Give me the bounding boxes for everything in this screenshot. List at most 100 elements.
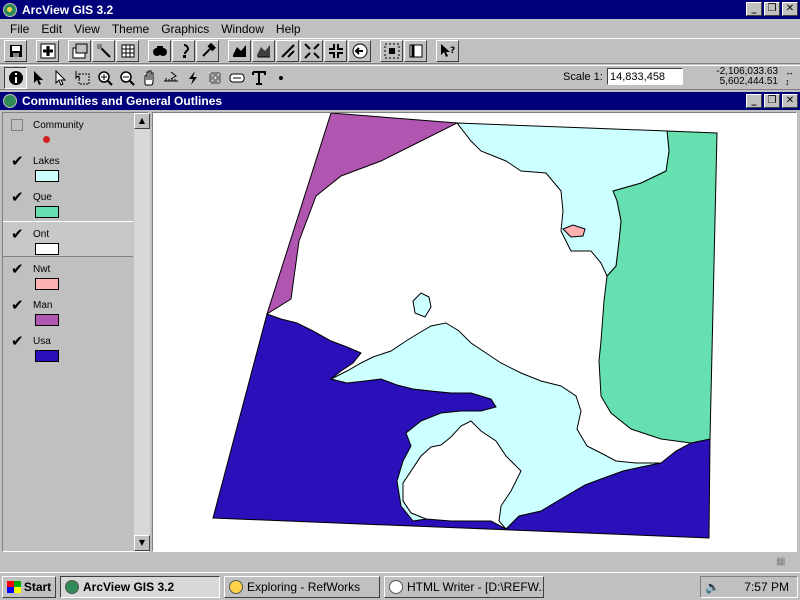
theme-usa[interactable]: ✔ Usa [3,329,133,365]
theme-name: Nwt [33,264,51,275]
windows-logo-icon [6,580,21,593]
coord-y: 5,602,444.51 [719,76,778,87]
measure-icon[interactable] [160,66,181,89]
zoom-out-icon[interactable] [116,66,137,89]
legend-swatch [35,278,59,290]
menu-window[interactable]: Window [215,22,270,36]
theme-name: Ont [33,229,50,240]
text-icon[interactable] [248,66,269,89]
select-feature-icon[interactable] [72,66,93,89]
zoom-active-themes-icon[interactable] [252,40,275,62]
legend-swatch [35,206,59,218]
add-theme-icon[interactable] [36,40,59,62]
start-label: Start [23,579,52,594]
scale-label: Scale 1: [563,71,603,83]
theme-checkbox[interactable]: ✔ [11,154,24,169]
theme-man[interactable]: ✔ Man [3,293,133,329]
close-button[interactable]: ✕ [782,2,798,16]
manitoba-polygon [266,113,459,316]
minimize-button[interactable]: _ [746,2,762,16]
theme-name: Que [33,192,52,203]
hammer-icon[interactable] [196,40,219,62]
task-label: Exploring - RefWorks [247,579,361,594]
label-icon[interactable] [226,66,247,89]
area-of-interest-icon[interactable] [204,66,225,89]
theme-que[interactable]: ✔ Que [3,185,133,221]
theme-checkbox[interactable]: ✔ [11,334,24,349]
theme-properties-icon[interactable] [68,40,91,62]
svg-text:?: ? [450,46,455,56]
theme-ont[interactable]: ✔ Ont [3,221,133,257]
theme-nwt[interactable]: ✔ Nwt [3,257,133,293]
zoom-previous-icon[interactable] [348,40,371,62]
select-by-theme-icon[interactable] [380,40,403,62]
scroll-down-button[interactable]: ▼ [134,535,150,551]
view-minimize-button[interactable]: _ [746,94,762,108]
theme-checkbox[interactable]: ✔ [11,190,24,205]
view-title: Communities and General Outlines [22,94,223,108]
html-writer-icon [389,579,403,594]
toc-scrollbar[interactable]: ▲ ▼ [134,113,150,551]
pan-icon[interactable] [138,66,159,89]
legend-swatch [35,170,59,182]
theme-name: Community [33,120,84,131]
resize-grip-icon[interactable]: ▦ [776,556,792,568]
hotlink-icon[interactable] [182,66,203,89]
menu-theme[interactable]: Theme [106,22,155,36]
scale-input[interactable] [607,68,683,85]
menu-graphics[interactable]: Graphics [155,22,215,36]
view-close-button[interactable]: ✕ [782,94,798,108]
legend-swatch [35,243,59,255]
save-icon[interactable] [4,40,27,62]
speaker-icon[interactable]: 🔈 [705,580,720,594]
arcview-globe-icon[interactable] [3,2,17,17]
task-label: ArcView GIS 3.2 [83,579,175,594]
vertex-edit-icon[interactable] [50,66,71,89]
clear-selection-icon[interactable] [404,40,427,62]
scroll-up-button[interactable]: ▲ [134,113,150,129]
theme-checkbox[interactable]: ✔ [11,298,24,313]
theme-lakes[interactable]: ✔ Lakes [3,149,133,185]
arcview-globe-icon [65,579,79,594]
draw-point-icon[interactable] [270,66,291,89]
edit-legend-icon[interactable] [92,40,115,62]
task-html-writer[interactable]: HTML Writer - [D:\REFW... [384,575,544,598]
start-button[interactable]: Start [2,575,56,598]
view-restore-button[interactable]: ❐ [764,94,780,108]
query-builder-icon[interactable] [172,40,195,62]
menu-view[interactable]: View [68,22,106,36]
zoom-full-extent-icon[interactable] [228,40,251,62]
system-tray: 🔈 7:57 PM [700,576,798,598]
legend-swatch [35,314,59,326]
explorer-icon [229,579,243,594]
button-bar: ? [0,38,800,64]
zoom-in-icon[interactable] [94,66,115,89]
menu-help[interactable]: Help [270,22,307,36]
task-label: HTML Writer - [D:\REFW... [407,579,544,594]
theme-community[interactable]: Community [3,113,133,149]
app-title-bar: ArcView GIS 3.2 _ ❐ ✕ [0,0,800,19]
identify-icon[interactable] [4,66,27,89]
theme-checkbox[interactable]: ✔ [11,227,24,242]
view-globe-icon[interactable] [3,94,17,108]
zoom-out-fixed-icon[interactable] [324,40,347,62]
app-title: ArcView GIS 3.2 [22,2,114,17]
help-icon[interactable]: ? [436,40,459,62]
theme-checkbox[interactable] [11,119,23,131]
clock: 7:57 PM [744,580,789,594]
task-exploring[interactable]: Exploring - RefWorks [224,575,380,598]
menu-edit[interactable]: Edit [35,22,68,36]
zoom-selected-icon[interactable] [276,40,299,62]
zoom-in-fixed-icon[interactable] [300,40,323,62]
task-arcview[interactable]: ArcView GIS 3.2 [60,575,220,598]
open-table-icon[interactable] [116,40,139,62]
coord-arrows-icon: ↔ ↕ [785,67,794,87]
point-symbol-icon [43,136,50,143]
map-display[interactable] [152,112,797,552]
legend-swatch [35,350,59,362]
pointer-icon[interactable] [28,66,49,89]
find-icon[interactable] [148,40,171,62]
menu-file[interactable]: File [4,22,35,36]
restore-button[interactable]: ❐ [764,2,780,16]
theme-checkbox[interactable]: ✔ [11,262,24,277]
